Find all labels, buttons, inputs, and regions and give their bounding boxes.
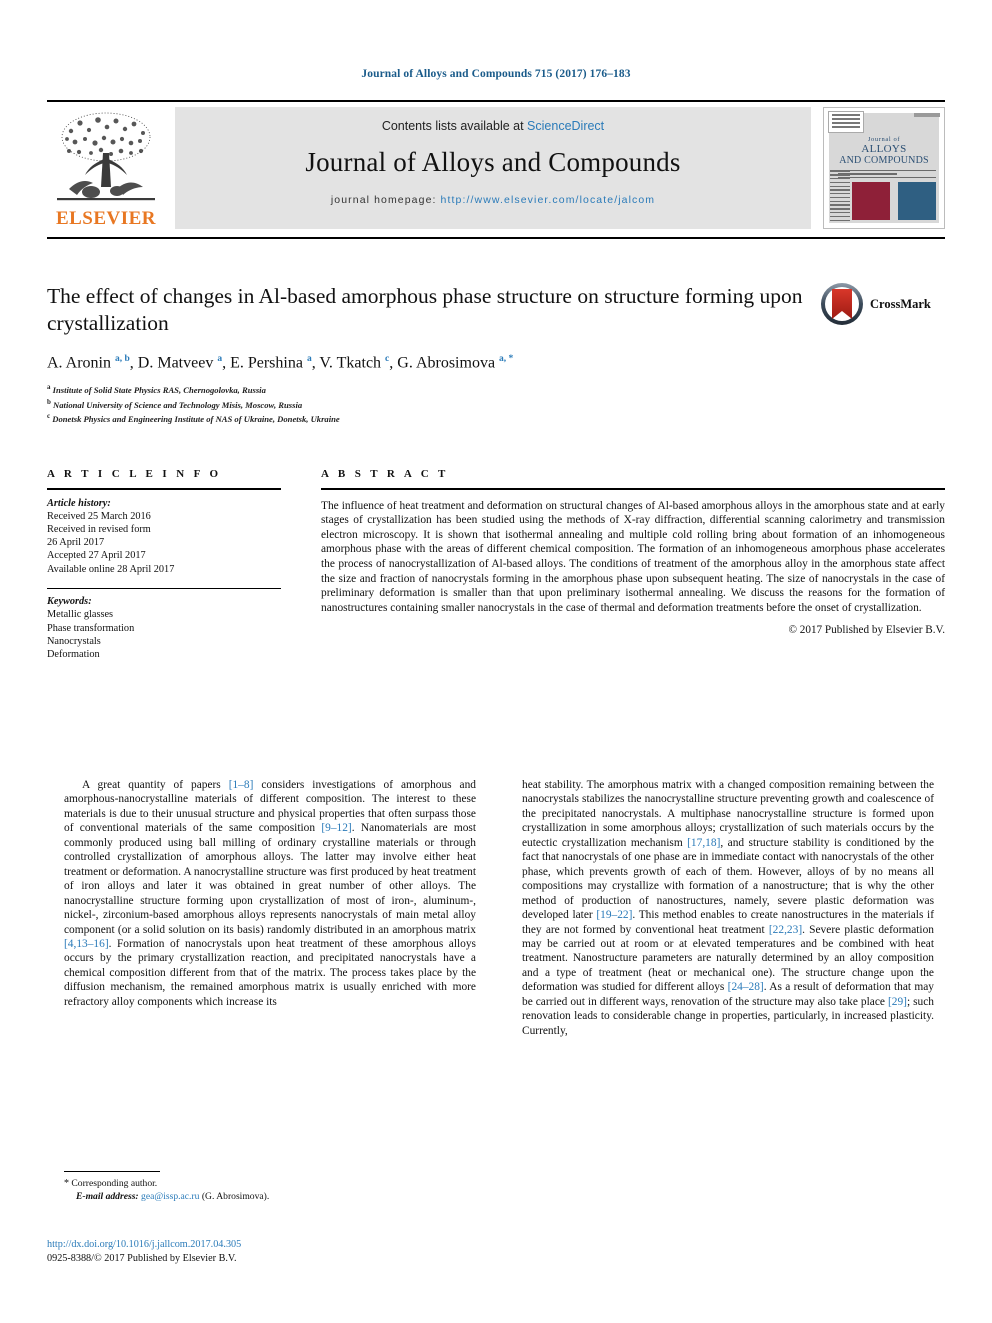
author-list: A. Aronin a, b, D. Matveev a, E. Pershin… (47, 354, 807, 372)
abstract-copyright: © 2017 Published by Elsevier B.V. (788, 624, 945, 637)
citation-link[interactable]: [17,18] (687, 837, 720, 849)
email-line: E-mail address: gea@issp.ac.ru (G. Abros… (64, 1190, 464, 1203)
article-info-heading: A R T I C L E I N F O (47, 468, 222, 480)
running-head: Journal of Alloys and Compounds 715 (201… (361, 68, 631, 80)
body-text: . Formation of nanocrystals upon heat tr… (64, 937, 476, 1008)
contents-available-line: Contents lists available at ScienceDirec… (175, 119, 811, 133)
homepage-prefix: journal homepage: (330, 194, 441, 206)
email-owner: (G. Abrosimova). (201, 1191, 270, 1202)
corresponding-author-line: * Corresponding author. (64, 1177, 464, 1190)
journal-cover-thumbnail: Journal of ALLOYS AND COMPOUNDS (823, 107, 945, 229)
author-separator: , (129, 354, 138, 372)
title-block: The effect of changes in Al-based amorph… (47, 283, 807, 426)
cover-red-block (852, 182, 890, 220)
cover-top-label (828, 111, 864, 133)
author-separator: , (222, 354, 231, 372)
corresponding-label: Corresponding author. (71, 1178, 158, 1189)
affiliation-text: Donetsk Physics and Engineering Institut… (50, 414, 340, 425)
body-text: . Nanomaterials are most commonly produc… (64, 822, 476, 936)
affiliation-item: b National University of Science and Tec… (47, 397, 807, 411)
author-name: A. Aronin (47, 354, 115, 372)
article-info-rule (47, 488, 281, 490)
keyword-item: Phase transformation (47, 622, 135, 634)
footnote-rule (64, 1171, 160, 1172)
masthead-center-panel: Contents lists available at ScienceDirec… (175, 107, 811, 229)
keyword-items: Metallic glasses Phase transformation Nano… (47, 608, 281, 661)
affiliation-item: a Institute of Solid State Physics RAS, … (47, 382, 807, 396)
keywords-label: Keywords: (47, 596, 92, 608)
doi-link[interactable]: http://dx.doi.org/10.1016/j.jallcom.2017… (47, 1238, 467, 1252)
affiliation-text: Institute of Solid State Physics RAS, Ch… (50, 385, 266, 396)
issn-copyright-line: 0925-8388/© 2017 Published by Elsevier B… (47, 1253, 237, 1264)
contents-prefix: Contents lists available at (381, 119, 528, 133)
cover-line2: ALLOYS (861, 143, 907, 155)
cover-top-right-mark (914, 113, 940, 117)
elsevier-wordmark: ELSEVIER (55, 208, 157, 229)
author-name: E. Pershina (230, 354, 307, 372)
corresponding-star: * (64, 1178, 69, 1189)
article-info-column: A R T I C L E I N F O Article history: R… (47, 468, 281, 661)
journal-masthead: ELSEVIER Contents lists available at Sci… (47, 107, 945, 229)
email-link[interactable]: gea@issp.ac.ru (141, 1191, 199, 1202)
author-name: V. Tkatch (319, 354, 386, 372)
crossmark-badge[interactable]: CrossMark (820, 280, 945, 340)
keyword-item: Nanocrystals (47, 635, 101, 647)
abstract-column: A B S T R A C T The influence of heat tr… (321, 468, 945, 636)
citation-link[interactable]: [9–12] (321, 822, 351, 834)
article-history-item: Received 25 March 2016 (47, 510, 151, 522)
email-label: E-mail address: (76, 1191, 139, 1202)
affiliation-item: c Donetsk Physics and Engineering Instit… (47, 411, 807, 425)
author-affiliation-mark: a, * (499, 354, 514, 364)
citation-link[interactable]: [29] (888, 996, 907, 1008)
journal-title: Journal of Alloys and Compounds (305, 147, 681, 177)
doi-block: http://dx.doi.org/10.1016/j.jallcom.2017… (47, 1238, 467, 1266)
keywords-rule (47, 587, 281, 590)
abstract-heading: A B S T R A C T (321, 468, 449, 480)
crossmark-label: CrossMark (870, 297, 931, 311)
citation-link[interactable]: [1–8] (229, 779, 254, 791)
citation-link[interactable]: [24–28] (728, 981, 764, 993)
keyword-item: Metallic glasses (47, 609, 114, 621)
cover-blue-block (898, 182, 936, 220)
elsevier-tree-icon (51, 109, 161, 205)
author-affiliation-mark: a, b (115, 354, 130, 364)
affiliation-text: National University of Science and Techn… (50, 399, 303, 410)
citation-link[interactable]: [22,23] (769, 924, 802, 936)
journal-homepage-line: journal homepage: http://www.elsevier.co… (175, 194, 811, 206)
cover-line3: AND COMPOUNDS (839, 155, 929, 166)
crossmark-icon (821, 283, 863, 325)
abstract-text: The influence of heat treatment and defo… (321, 499, 945, 614)
affiliation-list: a Institute of Solid State Physics RAS, … (47, 382, 807, 425)
article-history-item: Available online 28 April 2017 (47, 563, 175, 575)
corresponding-author-note: * Corresponding author. E-mail address: … (64, 1177, 464, 1203)
article-history: Article history: Received 25 March 2016 R… (47, 497, 281, 576)
body-text: A great quantity of papers (82, 779, 229, 791)
cover-line1: Journal of (867, 136, 901, 143)
cover-left-column-lines (830, 168, 850, 223)
body-column-left: A great quantity of papers [1–8] conside… (64, 778, 476, 1009)
masthead-top-rule (47, 100, 945, 102)
article-history-item: Accepted 27 April 2017 (47, 550, 146, 562)
cover-subtitle-lines (838, 168, 936, 180)
article-history-label: Article history: (47, 497, 111, 509)
article-history-items: Received 25 March 2016 Received in revise… (47, 510, 281, 576)
elsevier-logo: ELSEVIER (47, 107, 165, 229)
keywords-block: Keywords: Metallic glasses Phase transfor… (47, 595, 281, 661)
article-history-item: Received in revised form (47, 524, 151, 535)
sciencedirect-link[interactable]: ScienceDirect (527, 119, 604, 133)
masthead-bottom-rule (47, 237, 945, 239)
author-name: G. Abrosimova (397, 354, 500, 372)
citation-link[interactable]: [19–22] (596, 909, 632, 921)
article-history-item: 26 April 2017 (47, 537, 105, 549)
page-title: The effect of changes in Al-based amorph… (47, 284, 803, 335)
body-column-right: heat stability. The amorphous matrix wit… (522, 778, 934, 1038)
homepage-url-link[interactable]: http://www.elsevier.com/locate/jalcom (441, 194, 656, 206)
author-name: D. Matveev (137, 354, 218, 372)
keyword-item: Deformation (47, 648, 100, 660)
citation-link[interactable]: [4,13–16] (64, 938, 109, 950)
paper-page: Journal of Alloys and Compounds 715 (201… (0, 0, 992, 1323)
abstract-rule (321, 488, 945, 490)
